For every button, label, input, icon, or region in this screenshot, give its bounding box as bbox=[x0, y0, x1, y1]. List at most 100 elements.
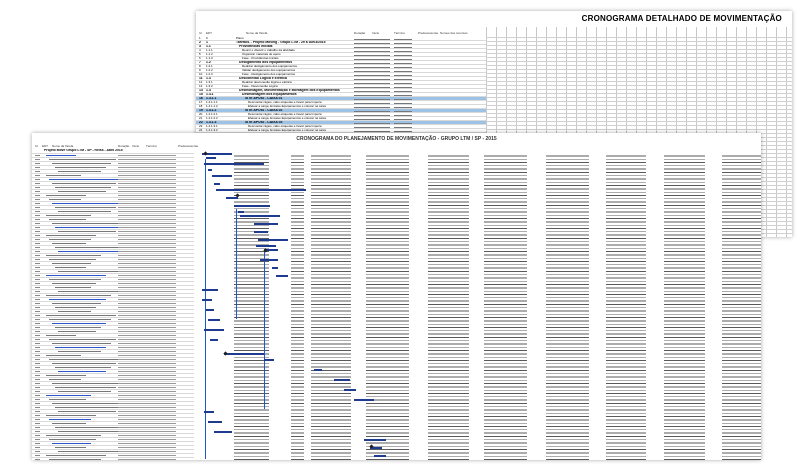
row-name-stub bbox=[55, 207, 116, 208]
row-id-stub bbox=[35, 355, 40, 356]
row-name-stub bbox=[46, 175, 81, 176]
row-name-stub bbox=[49, 199, 81, 200]
row-name-stub bbox=[58, 191, 106, 192]
row-name-stub bbox=[55, 427, 126, 428]
task-bar bbox=[254, 231, 268, 233]
row-name-stub bbox=[58, 451, 126, 452]
task-name: Efetuar a carga, Encaixe Equipamentos e … bbox=[248, 129, 326, 132]
task-id: 21 bbox=[199, 117, 203, 120]
row-name-stub bbox=[58, 331, 96, 332]
task-name: Tarefa01 - Projeto Moving - Grupo LTM - … bbox=[236, 41, 326, 44]
row-dates-stub bbox=[118, 387, 176, 388]
task-name: Efetuar a carga, Encaixe Equipamentos e … bbox=[248, 117, 326, 120]
row-name-stub bbox=[49, 359, 121, 360]
row-dates-stub bbox=[118, 363, 176, 364]
task-bar bbox=[344, 389, 356, 391]
front-header-cell: Predecessoras bbox=[178, 144, 199, 148]
row-name-stub bbox=[46, 355, 81, 356]
row-name-stub bbox=[49, 459, 101, 460]
task-edt: 1.1.2 bbox=[206, 53, 213, 56]
task-id: 9 bbox=[199, 69, 201, 72]
task-bar bbox=[354, 399, 374, 401]
task-name: Desmontar rágios, cabo etiquetas e trava… bbox=[248, 101, 322, 104]
task-cell-filler bbox=[354, 69, 372, 72]
task-cell-filler bbox=[354, 41, 372, 44]
task-cell-filler bbox=[354, 73, 372, 76]
task-cell-filler bbox=[372, 41, 390, 44]
detailed-schedule-title: CRONOGRAMA DETALHADO DE MOVIMENTAÇÃO bbox=[581, 14, 782, 23]
row-name-stub bbox=[58, 251, 121, 252]
row-dates-stub bbox=[118, 247, 176, 248]
task-id: 2 bbox=[199, 41, 201, 44]
row-id-stub bbox=[35, 223, 40, 224]
row-dates-stub bbox=[118, 191, 176, 192]
row-dates-stub bbox=[118, 283, 176, 284]
task-edt: 1.4.1.2 bbox=[206, 109, 217, 112]
row-name-stub bbox=[46, 155, 76, 156]
row-name-stub bbox=[46, 255, 101, 256]
task-bar bbox=[208, 169, 212, 171]
task-cell-filler bbox=[372, 117, 390, 120]
front-header-cell: Nome da Tarefa bbox=[52, 144, 74, 148]
row-id-stub bbox=[35, 187, 40, 188]
task-bar bbox=[240, 215, 280, 217]
task-cell-filler bbox=[354, 101, 372, 104]
row-dates-stub bbox=[118, 427, 176, 428]
row-dates-stub bbox=[118, 211, 176, 212]
task-cell-filler bbox=[372, 57, 390, 60]
row-dates-stub bbox=[118, 423, 176, 424]
task-name: Fase - Desligamento dos equipamentos bbox=[242, 73, 296, 76]
task-name: Realizar desligamento dos equipamentos bbox=[242, 65, 298, 68]
task-edt: 1.2.3 bbox=[206, 73, 213, 76]
task-bar bbox=[208, 421, 222, 423]
row-name-stub bbox=[58, 351, 101, 352]
task-id: 23 bbox=[199, 125, 203, 128]
row-dates-stub bbox=[118, 391, 176, 392]
task-cell-filler bbox=[372, 65, 390, 68]
task-id: 7 bbox=[199, 61, 201, 64]
task-id: 5 bbox=[199, 53, 201, 56]
task-id: 20 bbox=[199, 113, 203, 116]
task-name: Desmontar rágios, cabo etiquetas e trava… bbox=[248, 113, 322, 116]
task-bar bbox=[264, 359, 274, 361]
task-edt: 1.4.1.3.1 bbox=[206, 125, 218, 128]
task-edt: 1.3.1 bbox=[206, 81, 213, 84]
task-bar bbox=[208, 319, 220, 321]
dependency-line bbox=[236, 209, 237, 319]
row-dates-stub bbox=[118, 379, 176, 380]
row-dates-stub bbox=[118, 347, 176, 348]
row-dates-stub bbox=[118, 375, 176, 376]
task-bar bbox=[254, 223, 278, 225]
row-id-stub bbox=[35, 447, 40, 448]
task-edt: 1.4.1 bbox=[206, 93, 214, 96]
task-id: 22 bbox=[199, 121, 203, 124]
row-id-stub bbox=[35, 179, 40, 180]
row-id-stub bbox=[35, 275, 40, 276]
task-cell-filler bbox=[354, 65, 372, 68]
task-bar bbox=[272, 267, 278, 269]
row-id-stub bbox=[35, 267, 40, 268]
task-cell-filler bbox=[394, 85, 412, 88]
row-id-stub bbox=[35, 351, 40, 352]
task-cell-filler bbox=[394, 57, 412, 60]
row-id-stub bbox=[35, 379, 40, 380]
gantt-row-line bbox=[486, 101, 792, 102]
row-name-stub bbox=[49, 379, 81, 380]
task-name: SITE APOIO - CAIXA 02 bbox=[245, 109, 283, 112]
row-id-stub bbox=[35, 407, 40, 408]
row-id-stub bbox=[35, 195, 40, 196]
row-id-stub bbox=[35, 167, 40, 168]
row-name-stub bbox=[46, 295, 111, 296]
row-name-stub bbox=[46, 435, 101, 436]
task-cell-filler bbox=[372, 81, 390, 84]
row-dates-stub bbox=[118, 227, 176, 228]
task-id: 24 bbox=[199, 129, 203, 132]
row-dates-stub bbox=[118, 159, 176, 160]
row-id-stub bbox=[35, 227, 40, 228]
task-cell-filler bbox=[394, 113, 412, 116]
back-header-cell: Id bbox=[199, 31, 202, 35]
task-name: Desligamento dos equipamentos bbox=[239, 61, 293, 64]
gantt-shade-block bbox=[546, 153, 589, 460]
row-id-stub bbox=[35, 451, 40, 452]
row-dates-stub bbox=[118, 239, 176, 240]
